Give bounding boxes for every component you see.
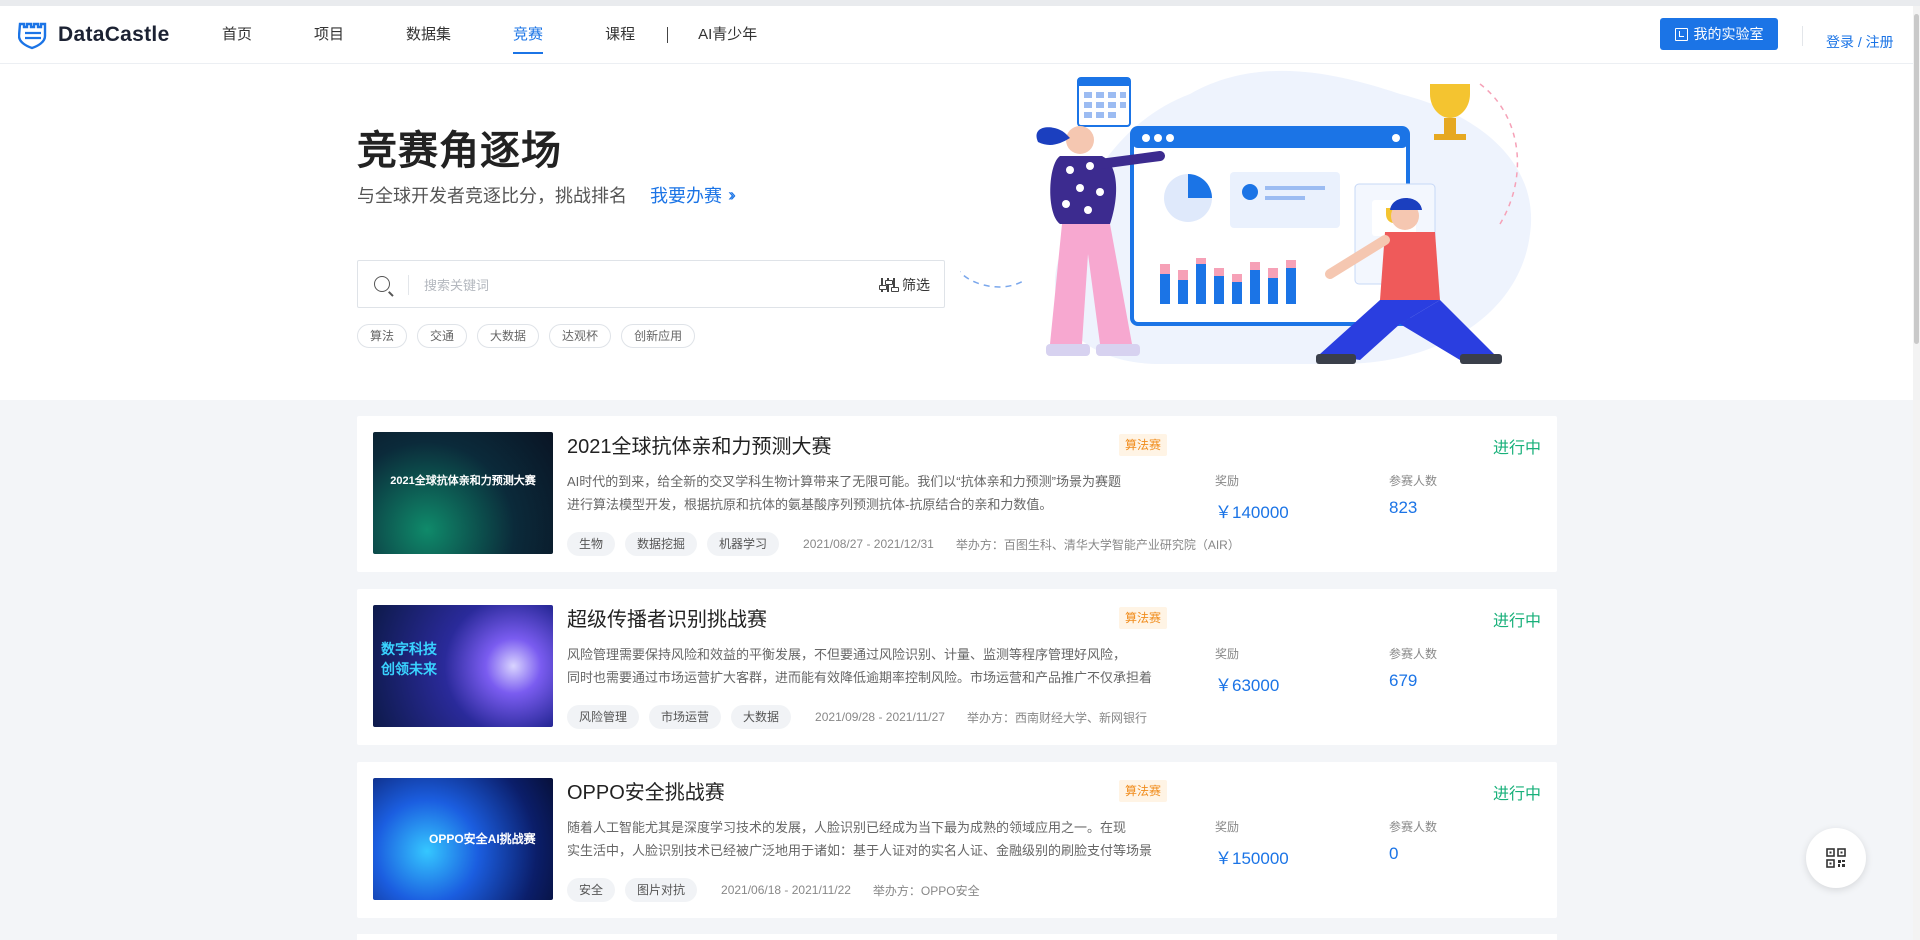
filter-label: 筛选 <box>902 277 930 293</box>
thumbnail-title: OPPO安全AI挑战赛 <box>429 832 536 846</box>
participants-label: 参赛人数 <box>1389 647 1438 661</box>
competition-tag[interactable]: 生物 <box>567 532 616 556</box>
host-competition-link[interactable]: 我要办赛 ›› <box>650 182 736 208</box>
search-divider <box>408 275 409 295</box>
reward-value: ￥140000 <box>1215 503 1289 522</box>
hero-illustration <box>960 70 1532 364</box>
thumbnail-title: 数字科技 创领未来 <box>381 641 437 677</box>
reward-label: 奖励 <box>1215 474 1240 488</box>
competition-tags: 风险管理 市场运营 大数据 2021/09/28 - 2021/11/27 举办… <box>567 705 1147 729</box>
reward-label: 奖励 <box>1215 820 1240 834</box>
competition-tags: 生物 数据挖掘 机器学习 2021/08/27 - 2021/12/31 举办方… <box>567 532 1240 556</box>
search-bar: 筛选 <box>357 260 945 308</box>
status-badge: 进行中 <box>1492 786 1541 803</box>
competition-description: AI时代的到来，给全新的交叉学科生物计算带来了无限可能。我们以“抗体亲和力预测”… <box>567 470 1167 516</box>
next-competition-card <box>357 934 1557 940</box>
nav-projects[interactable]: 项目 <box>314 6 344 64</box>
competition-type-badge: 算法赛 <box>1119 607 1168 629</box>
nav-courses[interactable]: 课程 <box>605 6 635 64</box>
description-line: 同时也需要通过市场运营扩大客群，进而能有效降低逾期率控制风险。市场运营和产品推广… <box>567 670 1153 685</box>
hero-subtitle: 与全球开发者竞逐比分，挑战排名 <box>357 186 627 206</box>
hot-tag-bigdata[interactable]: 大数据 <box>477 324 540 348</box>
competition-tags: 安全 图片对抗 2021/06/18 - 2021/11/22 举办方：OPPO… <box>567 878 980 902</box>
castle-logo-icon <box>18 22 47 50</box>
competition-description: 风险管理需要保持风险和效益的平衡发展，不但要通过风险识别、计量、监测等程序管理好… <box>567 643 1167 689</box>
nav-separator <box>667 27 669 43</box>
competition-description: 随着人工智能尤其是深度学习技术的发展，人脸识别已经成为当下最为成熟的领域应用之一… <box>567 816 1167 862</box>
host-competition-label: 我要办赛 <box>650 186 722 206</box>
participants-value: 679 <box>1389 671 1418 690</box>
brand-name: DataCastle <box>58 23 170 46</box>
competition-tag[interactable]: 图片对抗 <box>625 878 698 902</box>
description-line: 风险管理需要保持风险和效益的平衡发展，不但要通过风险识别、计量、监测等程序管理好… <box>567 647 1127 662</box>
qr-code-icon <box>1826 848 1846 868</box>
competition-type-badge: 算法赛 <box>1119 780 1168 802</box>
header-divider <box>1802 26 1803 46</box>
participants-label: 参赛人数 <box>1389 474 1438 488</box>
competition-host: 举办方：OPPO安全 <box>872 883 980 898</box>
reward-value: ￥150000 <box>1215 849 1289 868</box>
hot-tag-algorithm[interactable]: 算法 <box>357 324 408 348</box>
competition-dates: 2021/06/18 - 2021/11/22 <box>721 883 851 897</box>
nav-ai-youth[interactable]: AI青少年 <box>698 6 757 64</box>
status-badge: 进行中 <box>1492 613 1541 630</box>
my-lab-button[interactable]: 我的实验室 <box>1660 18 1778 50</box>
hot-tag-innovation[interactable]: 创新应用 <box>621 324 696 348</box>
competition-thumbnail[interactable]: 2021全球抗体亲和力预测大赛 <box>373 432 553 554</box>
competition-type-badge: 算法赛 <box>1119 434 1168 456</box>
hot-tag-traffic[interactable]: 交通 <box>417 324 468 348</box>
double-chevron-right-icon: ›› <box>728 184 736 205</box>
nav-competitions[interactable]: 竞赛 <box>513 6 544 64</box>
nav-datasets[interactable]: 数据集 <box>406 6 451 64</box>
description-line: 进行算法模型开发，根据抗原和抗体的氨基酸序列预测抗体-抗原结合的亲和力数值。 <box>567 497 1053 512</box>
page-scrollbar[interactable] <box>1913 6 1920 940</box>
qr-code-button[interactable] <box>1806 828 1866 888</box>
login-register-link[interactable]: 登录 / 注册 <box>1826 32 1894 52</box>
competition-tag[interactable]: 市场运营 <box>649 705 722 729</box>
participants-value: 0 <box>1389 844 1399 863</box>
competition-host: 举办方：百图生科、清华大学智能产业研究院（AIR） <box>955 537 1240 552</box>
hot-tags: 算法 交通 大数据 达观杯 创新应用 <box>357 324 696 348</box>
description-line: 随着人工智能尤其是深度学习技术的发展，人脸识别已经成为当下最为成熟的领域应用之一… <box>567 820 1127 835</box>
competition-dates: 2021/08/27 - 2021/12/31 <box>803 537 934 551</box>
competition-title[interactable]: OPPO安全挑战赛 <box>567 776 725 805</box>
nav-home[interactable]: 首页 <box>222 6 252 64</box>
competition-title[interactable]: 超级传播者识别挑战赛 <box>567 603 767 632</box>
reward-label: 奖励 <box>1215 647 1240 661</box>
filter-button[interactable]: 筛选 <box>879 275 930 295</box>
competition-thumbnail[interactable]: 数字科技 创领未来 <box>373 605 553 727</box>
competition-tag[interactable]: 风险管理 <box>567 705 640 729</box>
competition-card[interactable]: 2021全球抗体亲和力预测大赛 2021全球抗体亲和力预测大赛 算法赛 AI时代… <box>357 416 1557 572</box>
top-navbar: DataCastle 首页 项目 数据集 竞赛 课程 AI青少年 我的实验室 登… <box>0 0 1920 64</box>
hot-tag-daguan[interactable]: 达观杯 <box>549 324 612 348</box>
status-badge: 进行中 <box>1492 440 1541 457</box>
participants-label: 参赛人数 <box>1389 820 1438 834</box>
search-input[interactable] <box>424 271 824 299</box>
hero-title: 竞赛角逐场 <box>357 129 562 173</box>
description-line: 实生活中，人脸识别技术已经被广泛地用于诸如：基于人证对的实名人证、金融级别的刷脸… <box>567 843 1153 858</box>
search-icon[interactable] <box>374 276 390 292</box>
competition-tag[interactable]: 大数据 <box>731 705 792 729</box>
hero-banner: 竞赛角逐场 与全球开发者竞逐比分，挑战排名 我要办赛 ›› 筛选 算法 交通 大… <box>0 64 1920 400</box>
scrollbar-thumb[interactable] <box>1914 14 1919 344</box>
my-lab-label: 我的实验室 <box>1693 26 1764 42</box>
competition-host: 举办方：西南财经大学、新网银行 <box>966 710 1147 725</box>
competition-thumbnail[interactable]: OPPO安全AI挑战赛 <box>373 778 553 900</box>
reward-value: ￥63000 <box>1215 676 1280 695</box>
participants-value: 823 <box>1389 498 1418 517</box>
logo[interactable]: DataCastle <box>18 20 170 50</box>
thumbnail-title: 2021全球抗体亲和力预测大赛 <box>390 475 536 487</box>
main-nav: 首页 项目 数据集 竞赛 课程 AI青少年 <box>222 6 819 64</box>
competition-tag[interactable]: 安全 <box>567 878 616 902</box>
filter-sliders-icon <box>879 277 898 293</box>
competition-tag[interactable]: 数据挖掘 <box>625 532 698 556</box>
competition-card[interactable]: OPPO安全AI挑战赛 OPPO安全挑战赛 算法赛 随着人工智能尤其是深度学习技… <box>357 762 1557 918</box>
description-line: AI时代的到来，给全新的交叉学科生物计算带来了无限可能。我们以“抗体亲和力预测”… <box>567 474 1121 489</box>
competition-card[interactable]: 数字科技 创领未来 超级传播者识别挑战赛 算法赛 风险管理需要保持风险和效益的平… <box>357 589 1557 745</box>
competition-dates: 2021/09/28 - 2021/11/27 <box>815 710 945 724</box>
competition-title[interactable]: 2021全球抗体亲和力预测大赛 <box>567 430 832 459</box>
lab-icon <box>1674 27 1688 41</box>
competition-tag[interactable]: 机器学习 <box>707 532 780 556</box>
